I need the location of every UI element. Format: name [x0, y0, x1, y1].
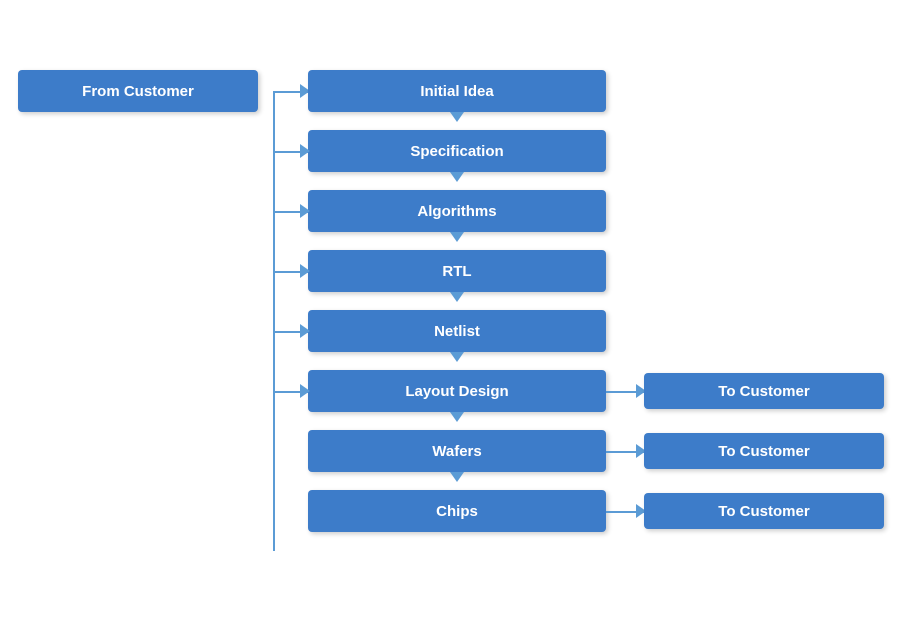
arrow-down-5 — [450, 352, 464, 362]
to-customer-box-2: To Customer — [644, 433, 884, 469]
chips-box: Chips — [308, 490, 606, 532]
to-customer-3-label: To Customer — [718, 503, 809, 520]
from-customer-label: From Customer — [82, 83, 194, 100]
specification-label: Specification — [410, 143, 503, 160]
arrow-down-2 — [450, 172, 464, 182]
arrow-down-3 — [450, 232, 464, 242]
initial-idea-label: Initial Idea — [420, 83, 493, 100]
vertical-main-line — [273, 91, 275, 551]
netlist-label: Netlist — [434, 323, 480, 340]
diagram-container: From Customer Initial Idea Specification… — [0, 0, 900, 620]
to-customer-box-3: To Customer — [644, 493, 884, 529]
layout-design-label: Layout Design — [405, 383, 508, 400]
arrow-to-specification — [300, 144, 310, 158]
rtl-label: RTL — [442, 263, 471, 280]
specification-box: Specification — [308, 130, 606, 172]
arrow-to-algorithms — [300, 204, 310, 218]
netlist-box: Netlist — [308, 310, 606, 352]
arrow-down-6 — [450, 412, 464, 422]
arrow-to-layout — [300, 384, 310, 398]
arrow-down-4 — [450, 292, 464, 302]
arrow-to-rtl — [300, 264, 310, 278]
initial-idea-box: Initial Idea — [308, 70, 606, 112]
wafers-label: Wafers — [432, 443, 481, 460]
rtl-box: RTL — [308, 250, 606, 292]
arrow-to-netlist — [300, 324, 310, 338]
to-customer-1-label: To Customer — [718, 383, 809, 400]
wafers-box: Wafers — [308, 430, 606, 472]
to-customer-box-1: To Customer — [644, 373, 884, 409]
algorithms-box: Algorithms — [308, 190, 606, 232]
layout-design-box: Layout Design — [308, 370, 606, 412]
to-customer-2-label: To Customer — [718, 443, 809, 460]
from-customer-box: From Customer — [18, 70, 258, 112]
algorithms-label: Algorithms — [417, 203, 496, 220]
arrow-down-1 — [450, 112, 464, 122]
chips-label: Chips — [436, 503, 478, 520]
arrow-down-7 — [450, 472, 464, 482]
